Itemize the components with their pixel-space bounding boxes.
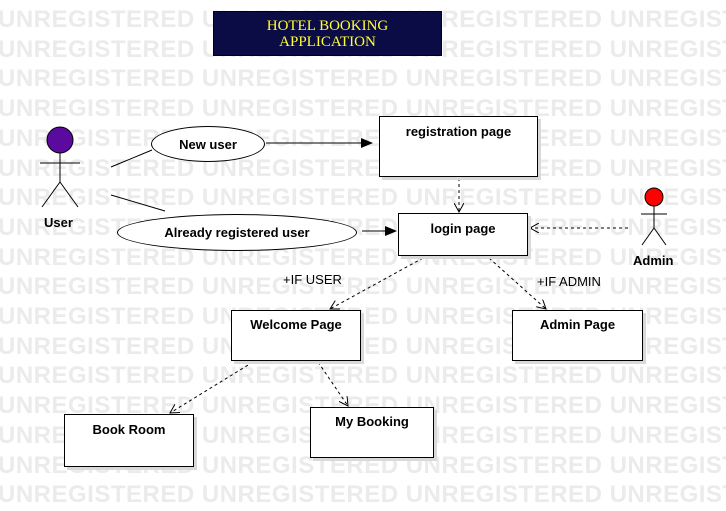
admin-actor-head [644, 187, 664, 207]
user-to-new-user-line [110, 149, 153, 168]
welcome-to-my-booking-arrow [317, 361, 348, 406]
user-actor-label: User [44, 215, 73, 230]
use-case-already-registered: Already registered user [117, 214, 357, 251]
welcome-to-book-room-arrow [170, 361, 254, 413]
user-actor [40, 126, 80, 208]
admin-actor-label: Admin [633, 253, 674, 268]
welcome-page-box: Welcome Page [231, 310, 361, 361]
user-actor-head [46, 126, 74, 154]
admin-page-box: Admin Page [512, 310, 643, 361]
my-booking-label: My Booking [335, 414, 409, 429]
book-room-label: Book Room [92, 422, 166, 437]
admin-page-label: Admin Page [539, 317, 616, 332]
admin-actor-right-leg [653, 227, 667, 246]
admin-actor-left-leg [641, 227, 655, 246]
if-user-label: +IF USER [283, 272, 342, 287]
user-actor-left-leg [41, 181, 61, 208]
login-to-welcome-arrow [330, 257, 424, 309]
book-room-box: Book Room [64, 414, 194, 467]
user-actor-right-leg [59, 181, 79, 208]
my-booking-box: My Booking [310, 407, 434, 458]
registration-page-box: registration page [379, 116, 538, 177]
registration-page-label: registration page [405, 124, 512, 139]
if-admin-label: +IF ADMIN [537, 274, 601, 289]
diagram-title-text: HOTEL BOOKING APPLICATION [266, 17, 389, 50]
use-case-new-user-label: New user [179, 136, 237, 152]
user-to-registered-line [110, 194, 166, 212]
use-case-already-registered-label: Already registered user [164, 225, 310, 240]
login-page-label: login page [430, 221, 496, 236]
welcome-page-label: Welcome Page [250, 317, 342, 332]
admin-actor [641, 187, 667, 246]
diagram-title: HOTEL BOOKING APPLICATION [213, 11, 442, 56]
use-case-new-user: New user [151, 126, 265, 162]
login-page-box: login page [398, 213, 528, 256]
